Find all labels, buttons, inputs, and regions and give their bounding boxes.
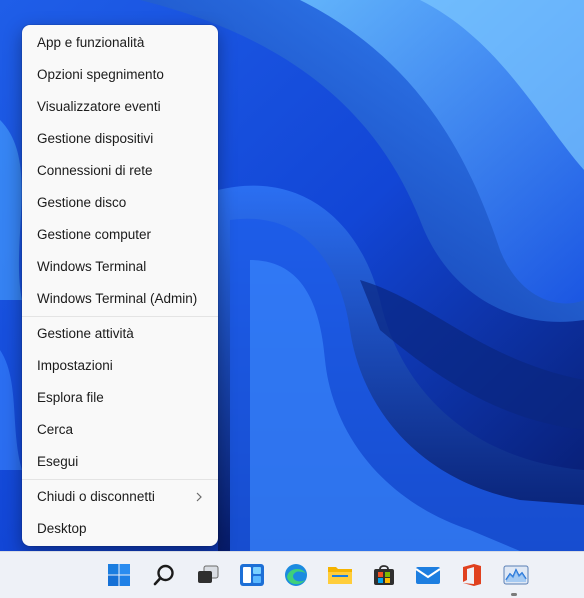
menu-item-gestione-computer[interactable]: Gestione computer: [22, 219, 218, 251]
file-explorer-icon[interactable]: [325, 560, 355, 590]
store-icon[interactable]: [369, 560, 399, 590]
menu-item-opzioni-spegnimento[interactable]: Opzioni spegnimento: [22, 59, 218, 91]
widgets-icon[interactable]: [237, 560, 267, 590]
menu-item-cerca[interactable]: Cerca: [22, 414, 218, 446]
menu-item-connessioni-rete[interactable]: Connessioni di rete: [22, 155, 218, 187]
menu-item-gestione-dispositivi[interactable]: Gestione dispositivi: [22, 123, 218, 155]
winx-context-menu: App e funzionalità Opzioni spegnimento V…: [22, 25, 218, 546]
mail-icon[interactable]: [413, 560, 443, 590]
start-icon[interactable]: [104, 560, 134, 590]
menu-item-label: Chiudi o disconnetti: [37, 489, 155, 504]
monitor-app-icon[interactable]: [501, 560, 531, 590]
menu-item-desktop[interactable]: Desktop: [22, 513, 218, 545]
active-app-indicator: [511, 593, 517, 596]
menu-item-gestione-disco[interactable]: Gestione disco: [22, 187, 218, 219]
menu-item-chiudi-disconnetti[interactable]: Chiudi o disconnetti: [22, 481, 218, 513]
menu-item-app-funzionalita[interactable]: App e funzionalità: [22, 27, 218, 59]
menu-item-esplora-file[interactable]: Esplora file: [22, 382, 218, 414]
menu-item-gestione-attivita[interactable]: Gestione attività: [22, 318, 218, 350]
search-icon[interactable]: [149, 560, 179, 590]
menu-item-visualizzatore-eventi[interactable]: Visualizzatore eventi: [22, 91, 218, 123]
menu-separator: [22, 316, 218, 317]
menu-separator: [22, 479, 218, 480]
chevron-right-icon: [194, 481, 204, 513]
menu-item-windows-terminal-admin[interactable]: Windows Terminal (Admin): [22, 283, 218, 315]
menu-item-impostazioni[interactable]: Impostazioni: [22, 350, 218, 382]
task-view-icon[interactable]: [193, 560, 223, 590]
office-icon[interactable]: [457, 560, 487, 590]
taskbar: [0, 551, 584, 598]
edge-icon[interactable]: [281, 560, 311, 590]
menu-item-esegui[interactable]: Esegui: [22, 446, 218, 478]
menu-item-windows-terminal[interactable]: Windows Terminal: [22, 251, 218, 283]
